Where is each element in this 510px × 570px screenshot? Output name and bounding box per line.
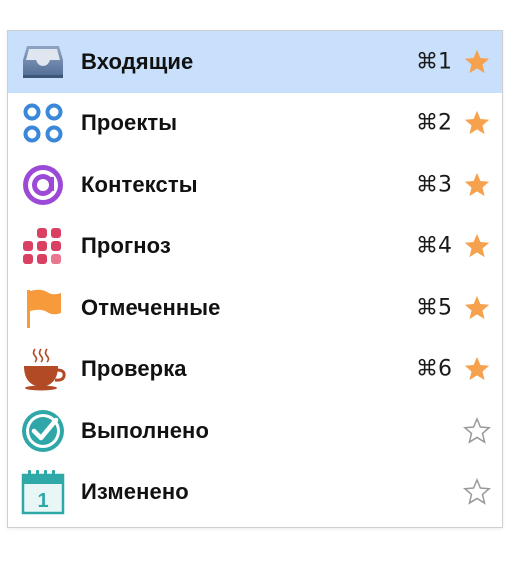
perspective-label: Контексты (81, 171, 198, 197)
favorite-star-empty-icon[interactable] (462, 477, 492, 507)
keyboard-shortcut: ⌘4 (416, 233, 452, 259)
projects-icon (20, 100, 66, 146)
favorite-star-icon[interactable] (462, 354, 492, 384)
perspective-row-completed[interactable]: Выполнено (8, 400, 502, 462)
inbox-tray-icon (20, 39, 66, 85)
perspective-label: Отмеченные (81, 294, 221, 320)
perspective-row-forecast[interactable]: Прогноз ⌘4 (8, 216, 502, 278)
keyboard-shortcut: ⌘3 (416, 172, 452, 198)
svg-text:1: 1 (37, 490, 48, 512)
keyboard-shortcut: ⌘2 (416, 110, 452, 136)
perspectives-list: Входящие ⌘1 Проекты ⌘2 Контексты ⌘3 Прог… (7, 30, 503, 528)
perspective-label: Входящие (81, 48, 194, 74)
favorite-star-icon[interactable] (462, 47, 492, 77)
checkmark-circle-icon (20, 408, 66, 454)
perspective-row-changed[interactable]: 1 Изменено (8, 462, 502, 524)
keyboard-shortcut: ⌘1 (416, 49, 452, 75)
perspective-label: Проекты (81, 110, 178, 136)
favorite-star-icon[interactable] (462, 170, 492, 200)
perspective-row-contexts[interactable]: Контексты ⌘3 (8, 154, 502, 216)
coffee-cup-icon (20, 346, 66, 392)
calendar-icon: 1 (20, 469, 66, 515)
forecast-grid-icon (20, 223, 66, 269)
favorite-star-icon[interactable] (462, 293, 492, 323)
perspective-row-review[interactable]: Проверка ⌘6 (8, 339, 502, 401)
perspective-label: Выполнено (81, 417, 209, 443)
perspective-label: Изменено (81, 479, 189, 505)
favorite-star-icon[interactable] (462, 231, 492, 261)
keyboard-shortcut: ⌘6 (416, 356, 452, 382)
favorite-star-icon[interactable] (462, 108, 492, 138)
favorite-star-empty-icon[interactable] (462, 416, 492, 446)
flag-icon (20, 285, 66, 331)
perspective-label: Проверка (81, 356, 187, 382)
perspective-row-projects[interactable]: Проекты ⌘2 (8, 93, 502, 155)
perspective-label: Прогноз (81, 233, 171, 259)
at-sign-icon (20, 162, 66, 208)
keyboard-shortcut: ⌘5 (416, 295, 452, 321)
perspective-row-inbox[interactable]: Входящие ⌘1 (8, 31, 502, 93)
perspective-row-flagged[interactable]: Отмеченные ⌘5 (8, 277, 502, 339)
